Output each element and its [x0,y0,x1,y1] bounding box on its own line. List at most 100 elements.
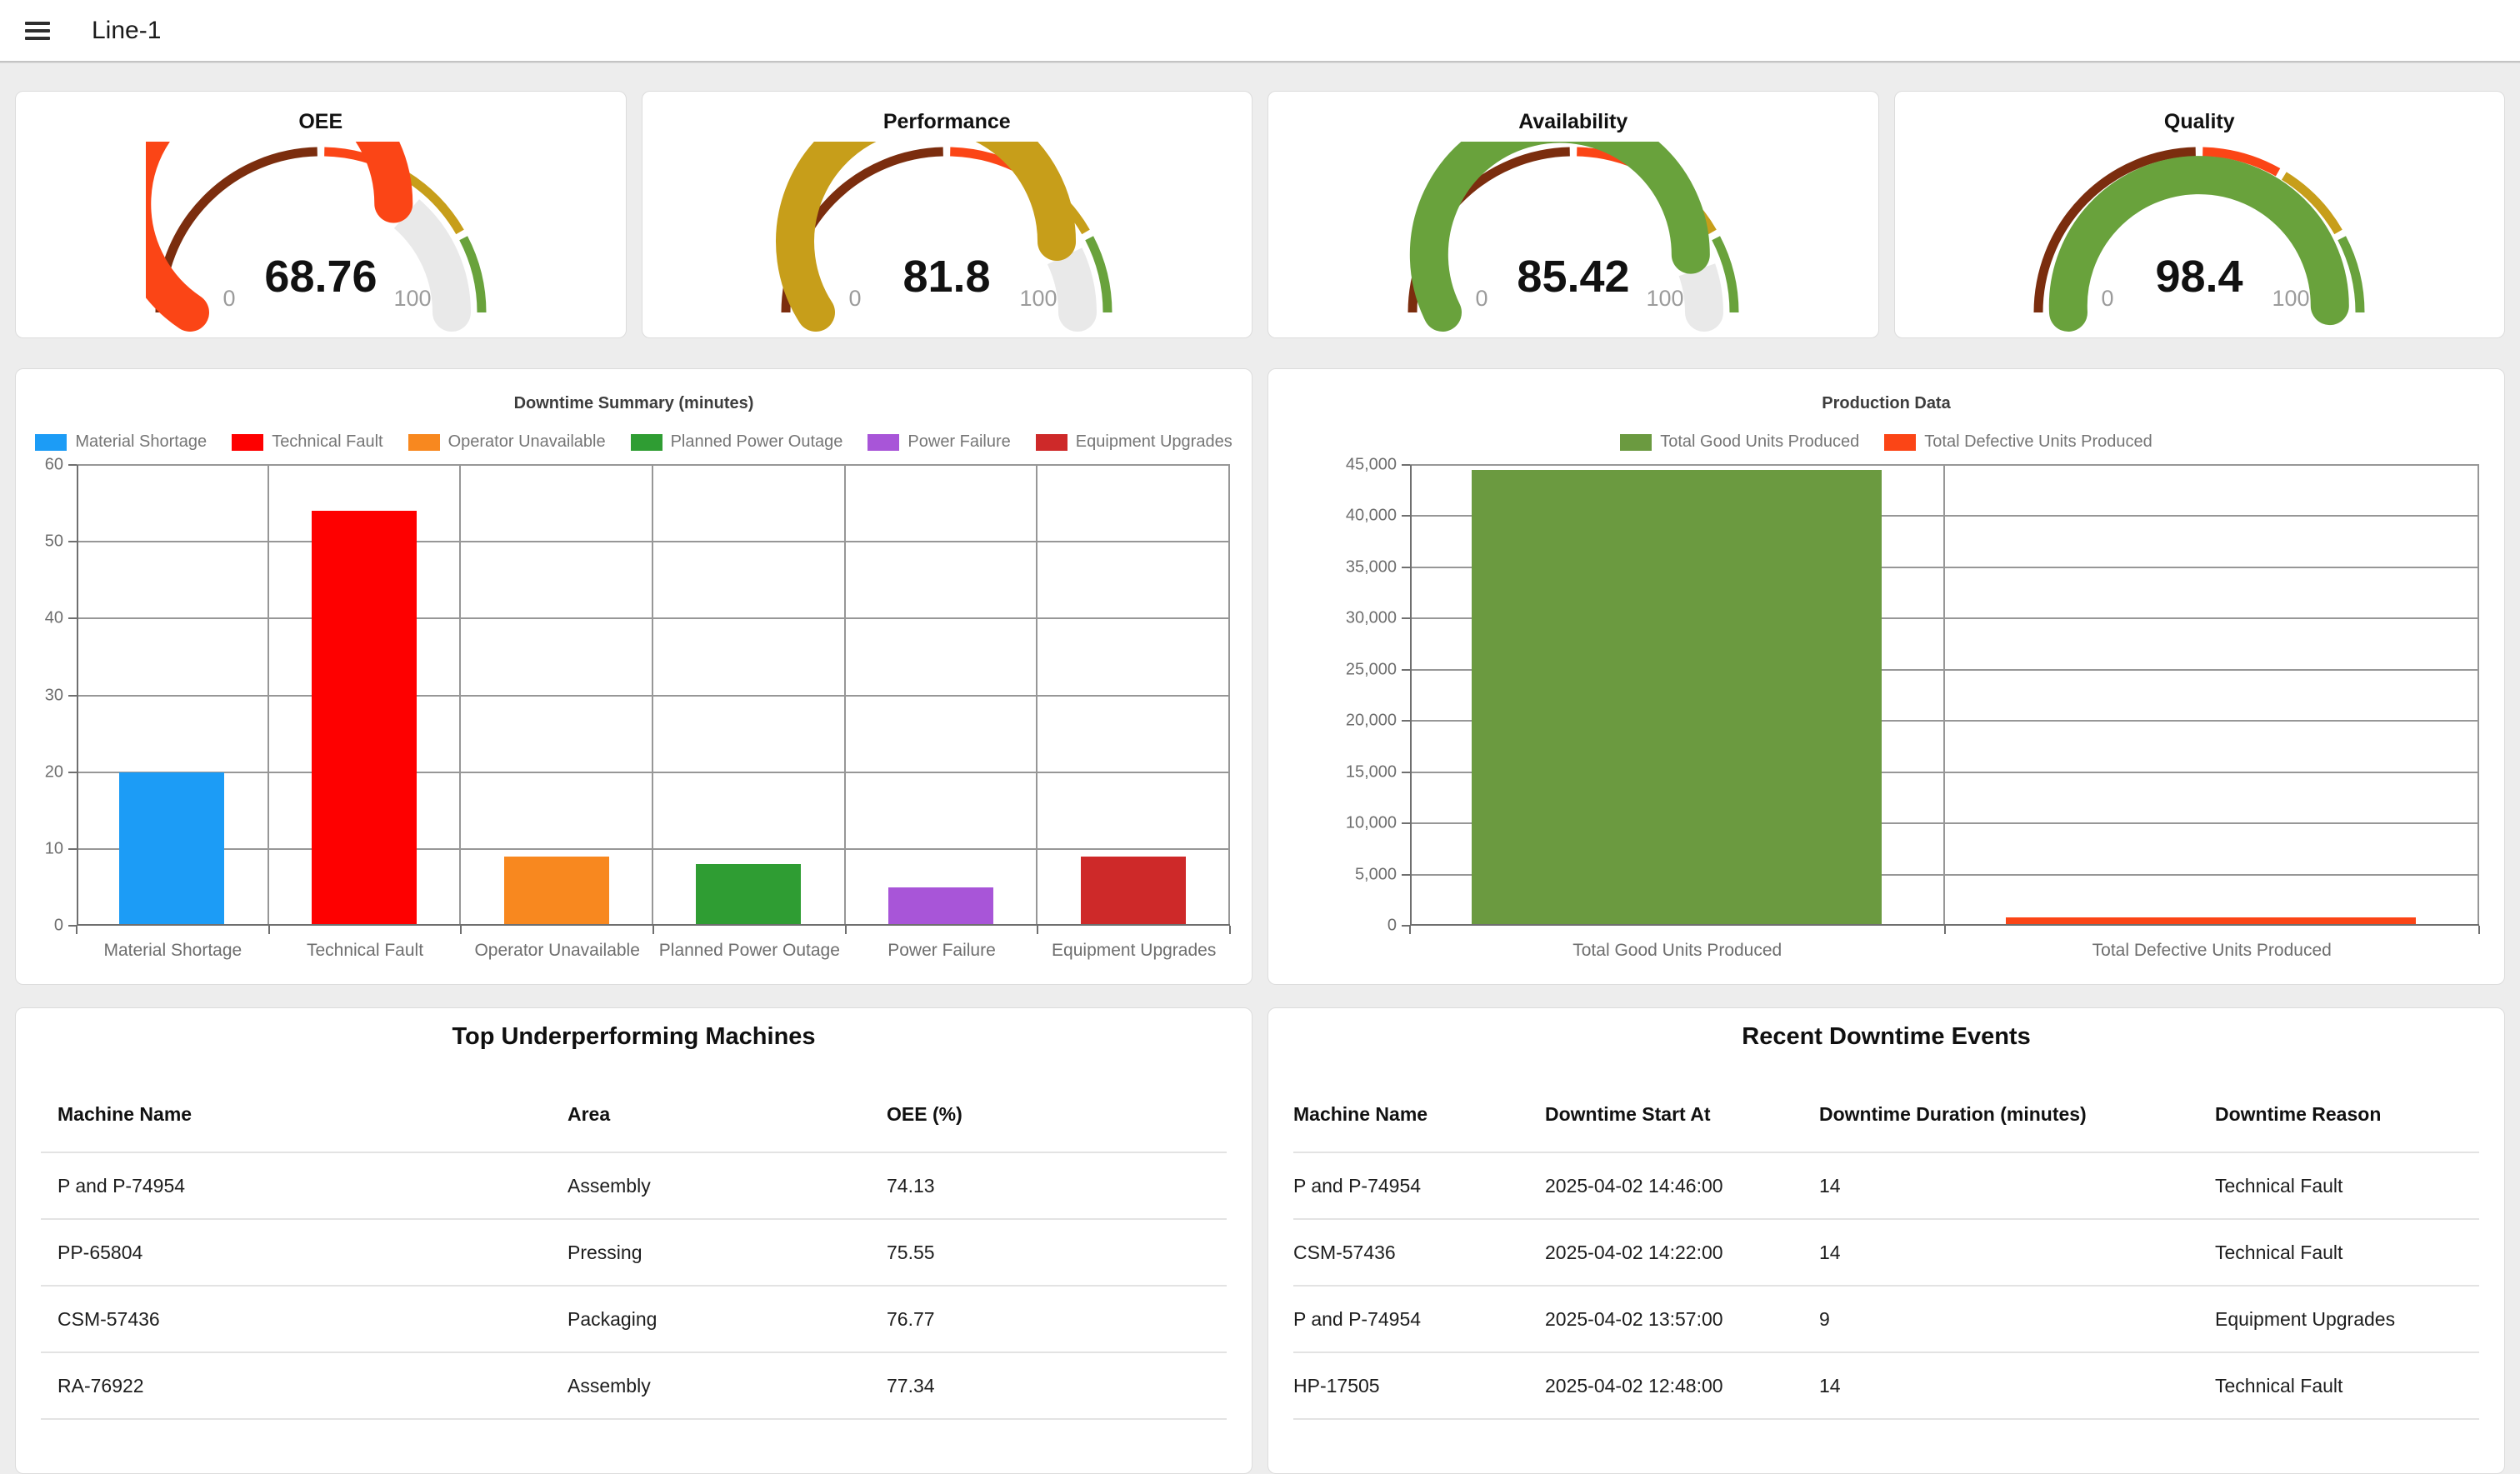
table-cell: Assembly [568,1175,887,1197]
legend-item[interactable]: Equipment Upgrades [1036,432,1232,452]
gauge-card-oee: OEE 68.760100 [15,91,627,338]
legend-swatch-icon [868,434,899,451]
production-data-chart-card: Production Data Total Good Units Produce… [1268,368,2505,985]
gauge-title: Performance [883,110,1011,138]
table-cell: Technical Fault [2215,1175,2479,1197]
bar-Technical Fault[interactable] [312,511,417,926]
y-tick-label: 5,000 [1355,865,1397,884]
y-tick [1402,669,1410,671]
table-title: Top Underperforming Machines [41,1023,1227,1057]
gauge-row: OEE 68.760100 Performance 81.80100 Avail… [15,91,2505,338]
gauge-dial: 98.40100 [2024,142,2374,337]
y-tick [68,541,77,542]
legend-item[interactable]: Total Defective Units Produced [1884,432,2152,452]
table-header-row: Machine NameDowntime Start AtDowntime Du… [1293,1077,2479,1153]
y-axis [77,465,78,926]
chart-legend: Total Good Units Produced Total Defectiv… [1268,432,2504,452]
y-tick-label: 30,000 [1346,609,1397,628]
legend-swatch-icon [35,434,67,451]
downtime-events-table: Machine NameDowntime Start AtDowntime Du… [1293,1077,2479,1420]
legend-label: Total Defective Units Produced [1924,432,2152,452]
y-tick [1402,464,1410,466]
category-slot [77,465,268,926]
y-tick [1402,772,1410,773]
table-cell: 2025-04-02 12:48:00 [1545,1375,1819,1397]
gauge-value: 81.8 [903,252,991,302]
bar-Planned Power Outage[interactable] [696,864,801,926]
column-header: Machine Name [58,1103,568,1126]
x-tick [460,926,462,934]
plot-cells [1410,465,2479,926]
gauge-card-quality: Quality 98.40100 [1894,91,2506,338]
legend-item[interactable]: Total Good Units Produced [1620,432,1859,452]
category-slot [844,465,1037,926]
plot-cells [77,465,1230,926]
table-cell: Technical Fault [2215,1375,2479,1397]
column-header: Downtime Start At [1545,1103,1819,1126]
gauge-max-label: 100 [2272,286,2310,311]
gauge-value: 98.4 [2156,252,2243,302]
category-slot [1943,465,2478,926]
gauge-title: Availability [1518,110,1628,138]
gauge-track [1697,270,1704,312]
legend-item[interactable]: Material Shortage [35,432,207,452]
y-tick [68,617,77,619]
bar-Material Shortage[interactable] [119,772,224,926]
legend-swatch-icon [1620,434,1652,451]
y-tick [68,772,77,773]
dashboard: OEE 68.760100 Performance 81.80100 Avail… [0,62,2520,1474]
gauge-value: 85.42 [1517,252,1629,302]
legend-label: Operator Unavailable [448,432,606,452]
y-tick [68,695,77,697]
table-cell: 9 [1819,1308,2215,1331]
table-row: PP-65804Pressing75.55 [41,1220,1227,1287]
legend-label: Technical Fault [272,432,382,452]
table-cell: P and P-74954 [58,1175,568,1197]
x-labels: Material ShortageTechnical FaultOperator… [77,941,1230,961]
table-cell: 76.77 [887,1308,1227,1331]
legend-item[interactable]: Power Failure [868,432,1010,452]
y-tick [1402,822,1410,824]
legend-swatch-icon [1884,434,1916,451]
gauge-min-label: 0 [1475,286,1488,311]
table-cell: Packaging [568,1308,887,1331]
gauge-svg: 81.80100 [772,142,1122,333]
table-row: P and P-749542025-04-02 13:57:009Equipme… [1293,1287,2479,1353]
gauge-max-label: 100 [393,286,431,311]
y-tick-label: 20,000 [1346,712,1397,731]
x-category-label: Total Defective Units Produced [1945,941,2480,961]
category-slot [268,465,460,926]
x-category-label: Operator Unavailable [461,941,653,961]
chart-row: Downtime Summary (minutes) Material Shor… [15,368,2505,985]
bar-Total Good Units Produced[interactable] [1472,470,1882,926]
recent-downtime-events-card: Recent Downtime Events Machine NameDownt… [1268,1007,2505,1474]
gauge-dial: 81.80100 [772,142,1122,337]
legend-item[interactable]: Technical Fault [232,432,382,452]
table-cell: 75.55 [887,1242,1227,1264]
y-tick-label: 25,000 [1346,660,1397,679]
table-row: P and P-749542025-04-02 14:46:0014Techni… [1293,1153,2479,1220]
legend-item[interactable]: Operator Unavailable [408,432,606,452]
column-header: OEE (%) [887,1103,1227,1126]
page-title: Line-1 [92,17,161,45]
table-cell: 2025-04-02 14:46:00 [1545,1175,1819,1197]
menu-icon[interactable] [25,17,50,44]
top-underperforming-machines-card: Top Underperforming Machines Machine Nam… [15,1007,1252,1474]
machines-table: Machine NameAreaOEE (%)P and P-74954Asse… [41,1077,1227,1420]
y-tick-label: 60 [45,456,63,475]
table-row: CSM-57436Packaging76.77 [41,1287,1227,1353]
bar-Operator Unavailable[interactable] [504,857,609,926]
legend-label: Planned Power Outage [671,432,843,452]
y-tick-label: 50 [45,532,63,552]
x-tick [1037,926,1038,934]
table-cell: P and P-74954 [1293,1308,1545,1331]
bar-Equipment Upgrades[interactable] [1081,857,1186,926]
bar-Power Failure[interactable] [888,887,993,926]
y-tick-label: 10,000 [1346,814,1397,833]
legend-label: Power Failure [908,432,1010,452]
downtime-summary-chart-card: Downtime Summary (minutes) Material Shor… [15,368,1252,985]
gauge-dial: 85.420100 [1398,142,1748,337]
table-cell: Technical Fault [2215,1242,2479,1264]
table-cell: 14 [1819,1175,2215,1197]
legend-item[interactable]: Planned Power Outage [631,432,843,452]
